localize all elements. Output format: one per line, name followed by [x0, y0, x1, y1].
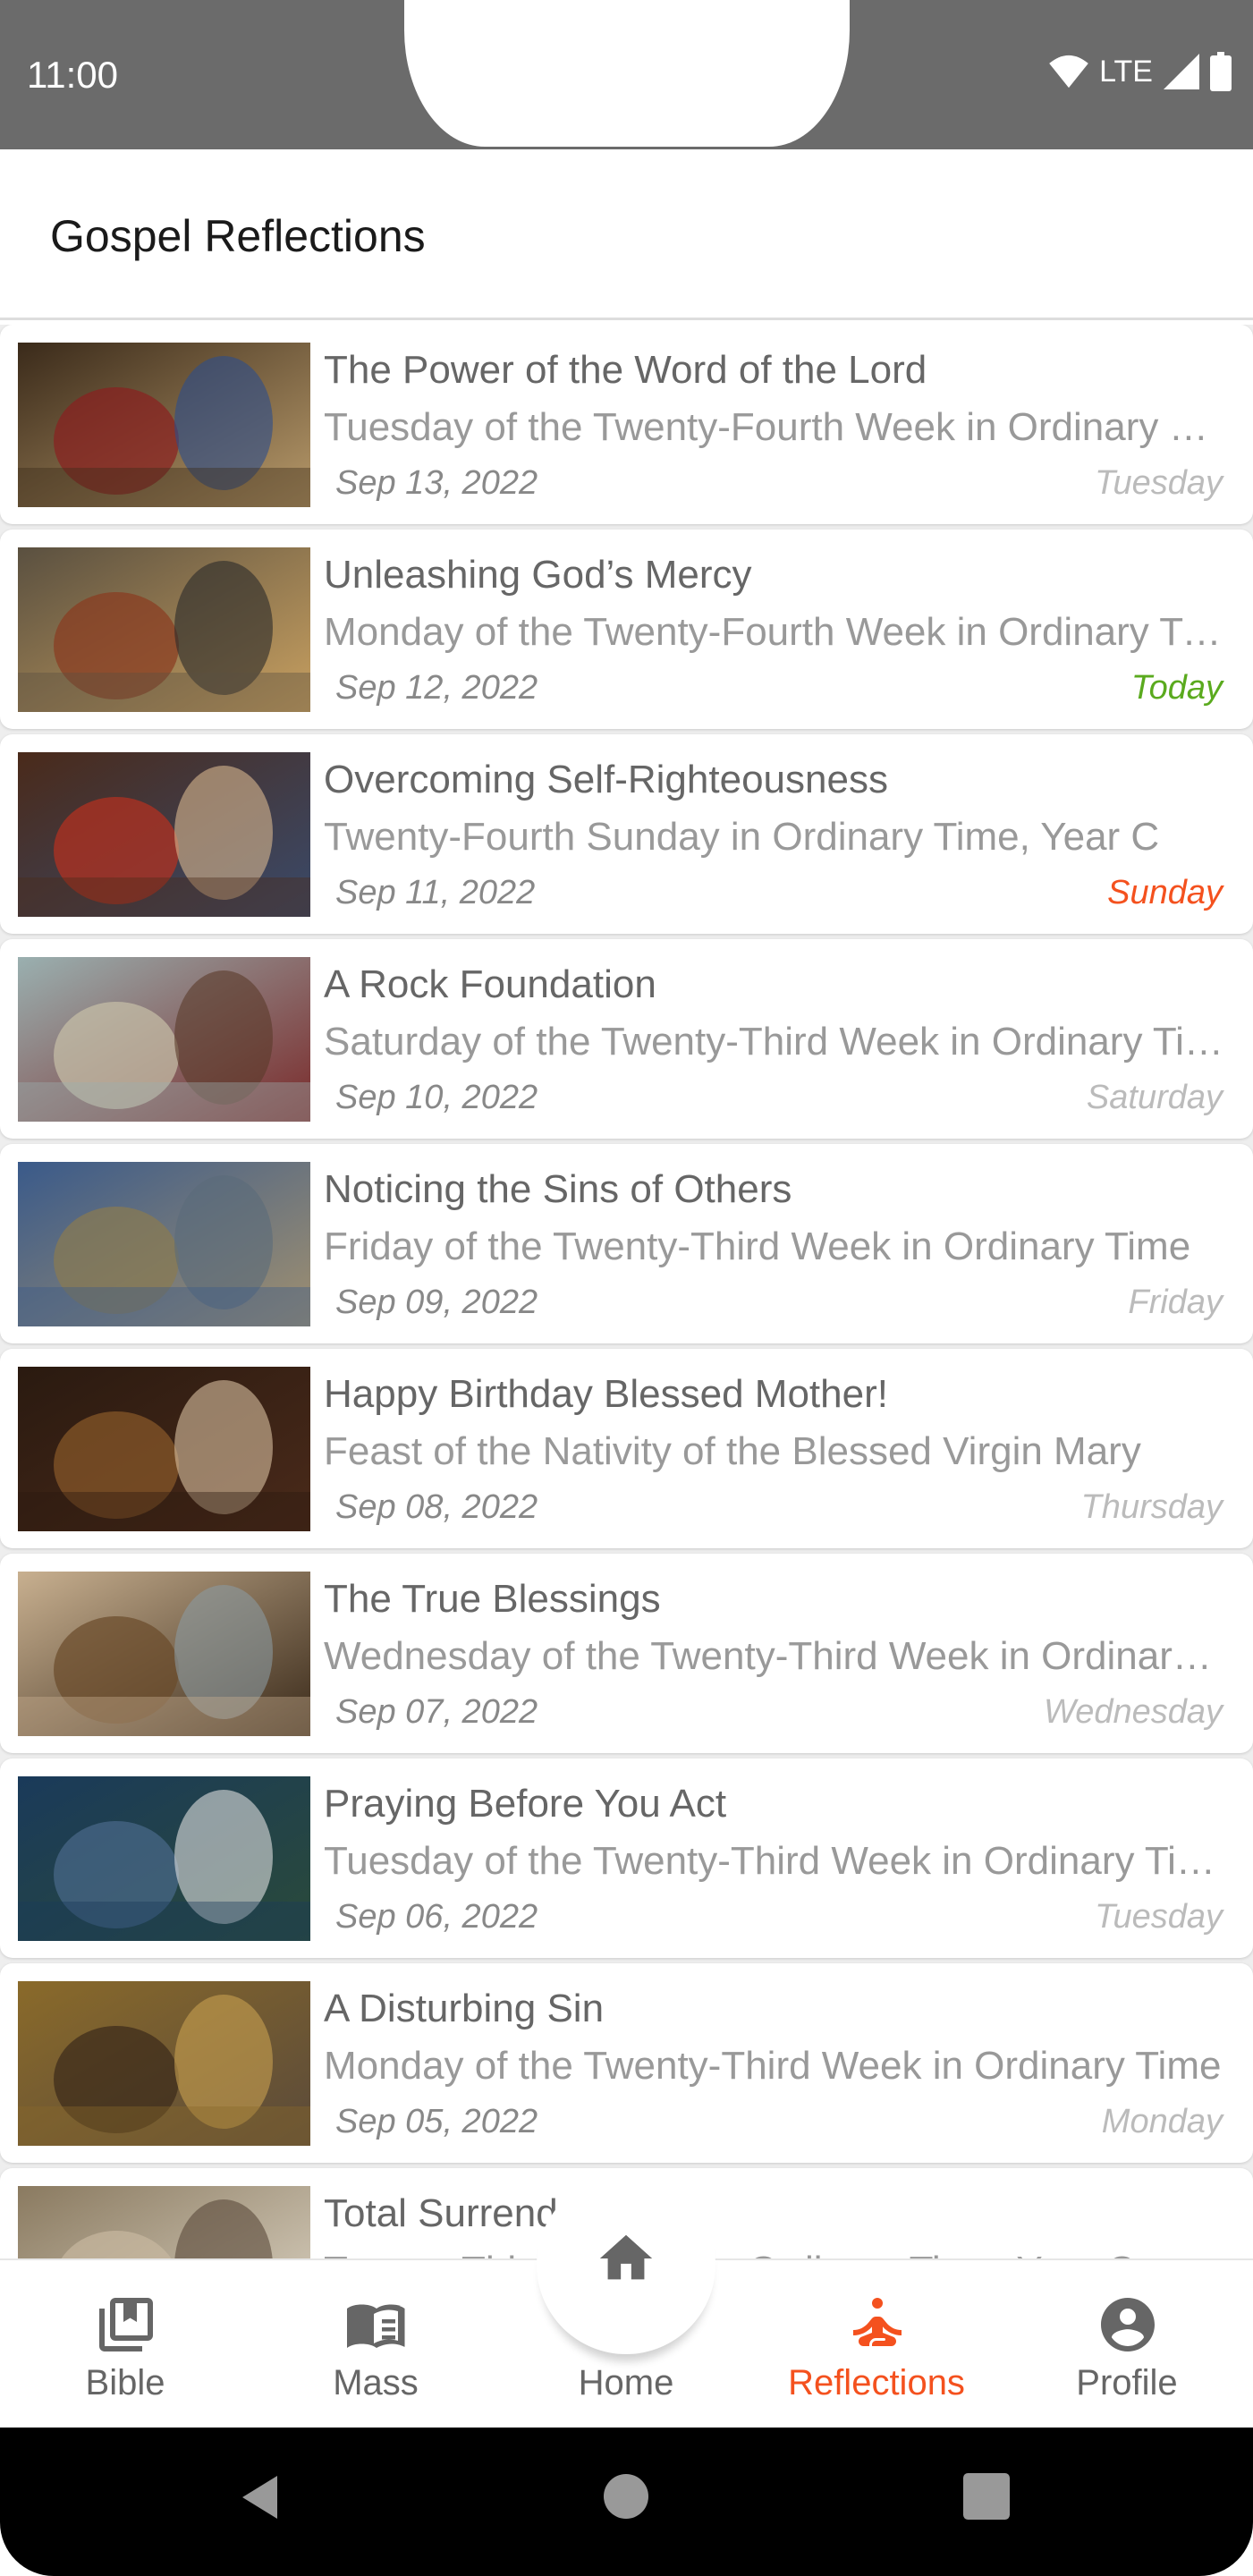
- reflection-day-label: Thursday: [1080, 1488, 1223, 1526]
- reflection-thumbnail: [18, 343, 310, 507]
- reflection-thumbnail: [18, 957, 310, 1122]
- reflection-card[interactable]: Overcoming Self-Righteousness Twenty-Fou…: [0, 734, 1253, 934]
- reflection-card[interactable]: Unleashing God’s Mercy Monday of the Twe…: [0, 530, 1253, 729]
- reflection-thumbnail: [18, 1572, 310, 1736]
- nav-label: Profile: [1076, 2363, 1178, 2402]
- reflection-subtitle: Wednesday of the Twenty-Third Week in Or…: [324, 1634, 1223, 1678]
- reflection-date: Sep 13, 2022: [335, 464, 538, 502]
- reflection-day-label: Wednesday: [1044, 1693, 1223, 1731]
- reflection-date: Sep 08, 2022: [335, 1488, 538, 1526]
- reflection-card[interactable]: A Disturbing Sin Monday of the Twenty-Th…: [0, 1963, 1253, 2163]
- network-type: LTE: [1099, 54, 1153, 89]
- reflection-title: The Power of the Word of the Lord: [324, 348, 927, 392]
- camera-notch: [404, 0, 850, 147]
- reflection-day-label: Tuesday: [1095, 1898, 1223, 1936]
- nav-mass[interactable]: Mass: [250, 2260, 501, 2429]
- page-title: Gospel Reflections: [50, 211, 426, 261]
- home-fab[interactable]: [537, 2175, 715, 2354]
- reflection-subtitle: Monday of the Twenty-Third Week in Ordin…: [324, 2044, 1222, 2088]
- reflection-date: Sep 07, 2022: [335, 1693, 538, 1731]
- status-bar: 11:00 LTE: [0, 0, 1253, 149]
- nav-bible[interactable]: Bible: [0, 2260, 250, 2429]
- nav-label: Home: [578, 2363, 674, 2402]
- reflection-day-label: Today: [1130, 669, 1223, 707]
- reflection-thumbnail: [18, 752, 310, 917]
- reflection-date: Sep 12, 2022: [335, 669, 538, 707]
- reflection-thumbnail: [18, 2186, 310, 2258]
- home-icon: [599, 2234, 653, 2280]
- reflection-thumbnail: [18, 1776, 310, 1941]
- nav-profile[interactable]: Profile: [1002, 2260, 1252, 2429]
- reflection-title: A Rock Foundation: [324, 962, 656, 1006]
- reflection-card[interactable]: Noticing the Sins of Others Friday of th…: [0, 1144, 1253, 1343]
- reflection-card[interactable]: The True Blessings Wednesday of the Twen…: [0, 1554, 1253, 1753]
- reflection-subtitle: Monday of the Twenty-Fourth Week in Ordi…: [324, 610, 1223, 654]
- back-icon[interactable]: [234, 2470, 288, 2524]
- reflection-title: A Disturbing Sin: [324, 1987, 605, 2030]
- reflection-date: Sep 05, 2022: [335, 2103, 538, 2140]
- reflection-thumbnail: [18, 1162, 310, 1326]
- book-icon: [347, 2304, 405, 2348]
- nav-label: Mass: [333, 2363, 419, 2402]
- clock: 11:00: [27, 54, 118, 96]
- reflection-subtitle: Saturday of the Twenty-Third Week in Ord…: [324, 1020, 1223, 1063]
- reflection-subtitle: Friday of the Twenty-Third Week in Ordin…: [324, 1224, 1191, 1268]
- reflection-subtitle: Feast of the Nativity of the Blessed Vir…: [324, 1429, 1141, 1473]
- reflection-card[interactable]: Praying Before You Act Tuesday of the Tw…: [0, 1758, 1253, 1958]
- reflection-title: Overcoming Self-Righteousness: [324, 758, 888, 801]
- home-circle-icon[interactable]: [604, 2474, 648, 2519]
- reflection-day-label: Saturday: [1086, 1079, 1223, 1116]
- recents-icon[interactable]: [963, 2473, 1010, 2520]
- reflection-title: Unleashing God’s Mercy: [324, 553, 752, 597]
- reflection-date: Sep 06, 2022: [335, 1898, 538, 1936]
- battery-icon: [1210, 52, 1232, 91]
- meditation-icon: [853, 2298, 902, 2346]
- reflection-date: Sep 11, 2022: [335, 874, 536, 911]
- reflection-title: Praying Before You Act: [324, 1782, 727, 1826]
- reflection-card[interactable]: A Rock Foundation Saturday of the Twenty…: [0, 939, 1253, 1139]
- reflection-day-label: Monday: [1101, 2103, 1223, 2140]
- nav-label: Bible: [85, 2363, 165, 2402]
- system-nav-bar: [0, 2428, 1253, 2576]
- reflection-date: Sep 09, 2022: [335, 1284, 538, 1321]
- wifi-icon: [1049, 55, 1088, 89]
- reflection-title: Happy Birthday Blessed Mother!: [324, 1372, 888, 1416]
- nav-reflections[interactable]: Reflections: [751, 2260, 1002, 2429]
- reflections-list[interactable]: The Power of the Word of the Lord Tuesda…: [0, 325, 1253, 2258]
- reflection-title: Noticing the Sins of Others: [324, 1167, 792, 1211]
- bible-icon: [99, 2298, 153, 2351]
- reflection-thumbnail: [18, 1981, 310, 2146]
- reflection-day-label: Friday: [1128, 1284, 1223, 1321]
- profile-icon: [1101, 2298, 1155, 2351]
- reflection-title: The True Blessings: [324, 1577, 661, 1621]
- reflection-subtitle: Tuesday of the Twenty-Third Week in Ordi…: [324, 1839, 1223, 1883]
- reflection-card[interactable]: Happy Birthday Blessed Mother! Feast of …: [0, 1349, 1253, 1548]
- reflection-date: Sep 10, 2022: [335, 1079, 538, 1116]
- reflection-day-label: Tuesday: [1095, 464, 1223, 502]
- reflection-subtitle: Tuesday of the Twenty-Fourth Week in Ord…: [324, 405, 1223, 449]
- reflection-day-label: Sunday: [1107, 874, 1223, 911]
- signal-icon: [1164, 54, 1199, 89]
- reflection-thumbnail: [18, 547, 310, 712]
- reflection-subtitle: Twenty-Fourth Sunday in Ordinary Time, Y…: [324, 815, 1160, 859]
- reflection-thumbnail: [18, 1367, 310, 1531]
- nav-label: Reflections: [788, 2363, 965, 2402]
- app-header: Gospel Reflections: [0, 149, 1253, 320]
- reflection-subtitle: Twenty-Third Sunday in Ordinary Time, Ye…: [324, 2249, 1223, 2258]
- reflection-card[interactable]: The Power of the Word of the Lord Tuesda…: [0, 325, 1253, 524]
